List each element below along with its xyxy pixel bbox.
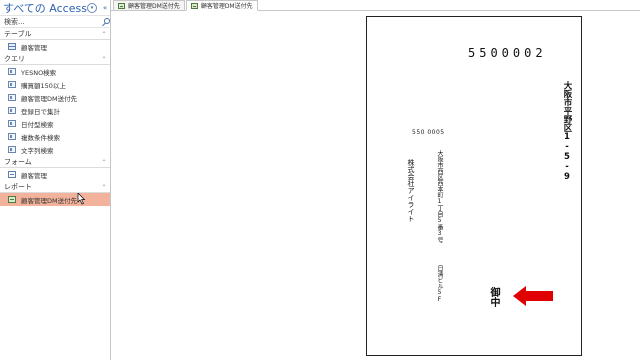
- nav-item-label: 文字列検索: [21, 146, 54, 155]
- nav-item-label: 登録日で集計: [21, 107, 60, 116]
- report-icon: [118, 2, 125, 9]
- query-icon: [8, 68, 16, 75]
- company-name: 株式会社アイライト: [407, 159, 415, 222]
- collapse-pane-icon[interactable]: «: [100, 3, 110, 13]
- tab-report-dm[interactable]: 顧客管理DM送付先: [185, 0, 258, 11]
- nav-pane-title[interactable]: すべての Access...: [3, 0, 87, 16]
- group-header-tables[interactable]: テーブル ⌃: [0, 29, 110, 40]
- report-icon: [190, 2, 198, 9]
- group-header-forms[interactable]: フォーム ⌃: [0, 157, 110, 168]
- tab-label: 顧客管理DM送付先: [128, 3, 180, 10]
- document-tab-bar: 顧客管理DM送付先 顧客管理DM送付先: [111, 0, 640, 11]
- query-icon: [8, 146, 16, 153]
- group-forms: フォーム ⌃ 顧客管理: [0, 157, 110, 181]
- nav-item-query-date-type[interactable]: 日付型検索: [0, 117, 110, 130]
- query-icon: [8, 94, 16, 101]
- query-icon: [8, 81, 16, 88]
- group-label: クエリ: [4, 55, 25, 63]
- chevron-up-icon[interactable]: ⌃: [98, 184, 110, 191]
- nav-item-query-dm[interactable]: 顧客管理DM送付先: [0, 91, 110, 104]
- nav-search-bar: [1, 16, 110, 28]
- nav-item-label: 購買額150以上: [21, 81, 66, 90]
- mouse-cursor-icon: [77, 193, 86, 205]
- nav-item-label: 顧客管理: [21, 43, 47, 52]
- sender-building: 日清ビル5F: [436, 265, 443, 303]
- query-icon: [8, 133, 16, 140]
- recipient-address: 大阪市平野区1-5-9: [562, 81, 572, 182]
- onchu-honorific: 御中: [488, 287, 499, 307]
- nav-menu-dropdown-icon[interactable]: ▾: [87, 2, 97, 13]
- chevron-up-icon[interactable]: ⌃: [98, 56, 110, 63]
- nav-item-query-multi[interactable]: 複数条件検索: [0, 130, 110, 143]
- nav-item-query-date-total[interactable]: 登録日で集計: [0, 104, 110, 117]
- nav-item-query-yesno[interactable]: YESNO検索: [0, 65, 110, 78]
- nav-item-label: 顧客管理DM送付先: [21, 196, 78, 205]
- query-icon: [8, 120, 16, 127]
- nav-item-query-string[interactable]: 文字列検索: [0, 143, 110, 156]
- search-icon[interactable]: [100, 16, 110, 28]
- navigation-pane: すべての Access... ▾ « テーブル ⌃ 顧客管理 クエリ ⌃ YES…: [0, 0, 111, 360]
- red-arrow-left-icon: [513, 286, 553, 306]
- tab-label: 顧客管理DM送付先: [200, 3, 253, 10]
- nav-pane-header[interactable]: すべての Access... ▾ «: [0, 0, 110, 16]
- postcard-report-page: 5500002 大阪市平野区1-5-9 550 0005 大阪市西区西本町1丁目…: [366, 16, 582, 356]
- nav-item-label: 日付型検索: [21, 120, 54, 129]
- group-label: テーブル: [4, 30, 32, 38]
- group-reports: レポート ⌃ 顧客管理DM送付先: [0, 182, 110, 206]
- recipient-postal-code: 5500002: [468, 46, 547, 60]
- group-label: レポート: [4, 183, 32, 191]
- nav-item-report-dm[interactable]: 顧客管理DM送付先: [0, 193, 110, 206]
- nav-search-input[interactable]: [1, 17, 100, 26]
- table-icon: [8, 43, 16, 50]
- group-tables: テーブル ⌃ 顧客管理: [0, 29, 110, 53]
- nav-item-label: YESNO検索: [21, 68, 57, 77]
- chevron-up-icon[interactable]: ⌃: [98, 159, 110, 166]
- report-icon: [8, 196, 16, 203]
- tab-query-dm[interactable]: 顧客管理DM送付先: [113, 0, 185, 10]
- nav-item-label: 顧客管理DM送付先: [21, 94, 78, 103]
- nav-item-form-kokyaku[interactable]: 顧客管理: [0, 168, 110, 181]
- nav-item-query-purchase[interactable]: 購買額150以上: [0, 78, 110, 91]
- sender-postal-code: 550 0005: [412, 129, 445, 136]
- group-queries: クエリ ⌃ YESNO検索 購買額150以上 顧客管理DM送付先 登録日で集計 …: [0, 54, 110, 156]
- group-label: フォーム: [4, 158, 32, 166]
- nav-item-label: 複数条件検索: [21, 133, 60, 142]
- query-icon: [8, 107, 16, 114]
- group-header-queries[interactable]: クエリ ⌃: [0, 54, 110, 65]
- nav-item-label: 顧客管理: [21, 171, 47, 180]
- sender-address: 大阪市西区西本町1丁目5番3号: [436, 150, 443, 243]
- nav-item-table-kokyaku[interactable]: 顧客管理: [0, 40, 110, 53]
- chevron-up-icon[interactable]: ⌃: [98, 31, 110, 38]
- group-header-reports[interactable]: レポート ⌃: [0, 182, 110, 193]
- form-icon: [8, 171, 16, 178]
